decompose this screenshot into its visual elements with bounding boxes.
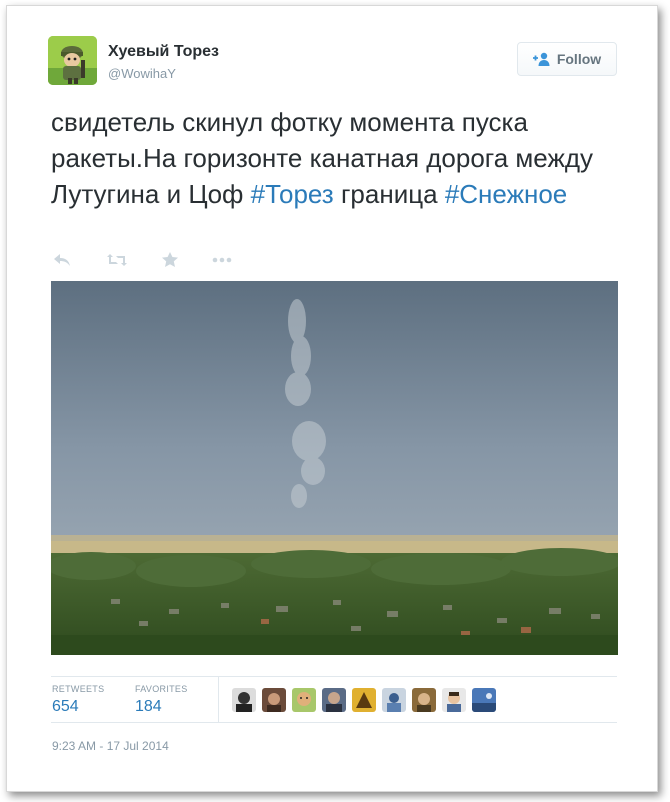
add-user-icon <box>532 52 550 66</box>
favoriter-avatar[interactable] <box>322 688 346 712</box>
favorite-button[interactable] <box>161 250 179 270</box>
more-button[interactable] <box>211 250 233 270</box>
user-avatar[interactable] <box>48 36 97 85</box>
retweet-button[interactable] <box>106 250 128 270</box>
favoriter-avatar[interactable] <box>442 688 466 712</box>
landscape-avatar-icon <box>472 688 496 712</box>
favoriter-avatar[interactable] <box>292 688 316 712</box>
person-avatar-icon <box>232 688 256 712</box>
person-avatar-icon <box>382 688 406 712</box>
favorite-icon <box>162 252 178 267</box>
screen-name[interactable]: @WowihaY <box>108 66 176 81</box>
follow-button[interactable]: Follow <box>517 42 617 76</box>
person-avatar-icon <box>322 688 346 712</box>
favoriter-avatar[interactable] <box>412 688 436 712</box>
person-avatar-icon <box>442 688 466 712</box>
stats-top-divider <box>51 676 617 677</box>
cartoon-soldier-avatar-icon <box>48 36 97 85</box>
favoriter-avatar[interactable] <box>262 688 286 712</box>
tweet-text: свидетель скинул фотку момента пуска рак… <box>51 104 617 212</box>
tweet-timestamp[interactable]: 9:23 AM - 17 Jul 2014 <box>52 739 169 753</box>
favoriter-avatar[interactable] <box>352 688 376 712</box>
stats-bottom-divider <box>51 722 617 723</box>
favoriter-avatar[interactable] <box>472 688 496 712</box>
follow-button-label: Follow <box>556 51 602 67</box>
tweet-text-part: граница <box>333 179 445 209</box>
stats-vertical-divider <box>218 676 219 722</box>
tweet-actions <box>52 250 233 270</box>
more-icon <box>212 257 232 263</box>
person-avatar-icon <box>262 688 286 712</box>
tweet-photo[interactable] <box>51 281 618 655</box>
landscape-photo <box>51 281 618 655</box>
hashtag-snezhnoe[interactable]: #Снежное <box>445 179 567 209</box>
retweets-count[interactable]: 654 <box>52 698 79 716</box>
logo-avatar-icon <box>352 688 376 712</box>
hashtag-torez[interactable]: #Торез <box>251 179 334 209</box>
favorited-by-avatars <box>232 688 496 712</box>
reply-button[interactable] <box>52 250 72 270</box>
favorites-count[interactable]: 184 <box>135 698 162 716</box>
reply-icon <box>54 254 70 266</box>
display-name[interactable]: Хуевый Торез <box>108 43 219 61</box>
person-avatar-icon <box>412 688 436 712</box>
retweet-icon <box>107 254 127 266</box>
favorites-label: FAVORITES <box>135 684 188 694</box>
favoriter-avatar[interactable] <box>382 688 406 712</box>
favoriter-avatar[interactable] <box>232 688 256 712</box>
retweets-label: RETWEETS <box>52 684 105 694</box>
person-avatar-icon <box>292 688 316 712</box>
